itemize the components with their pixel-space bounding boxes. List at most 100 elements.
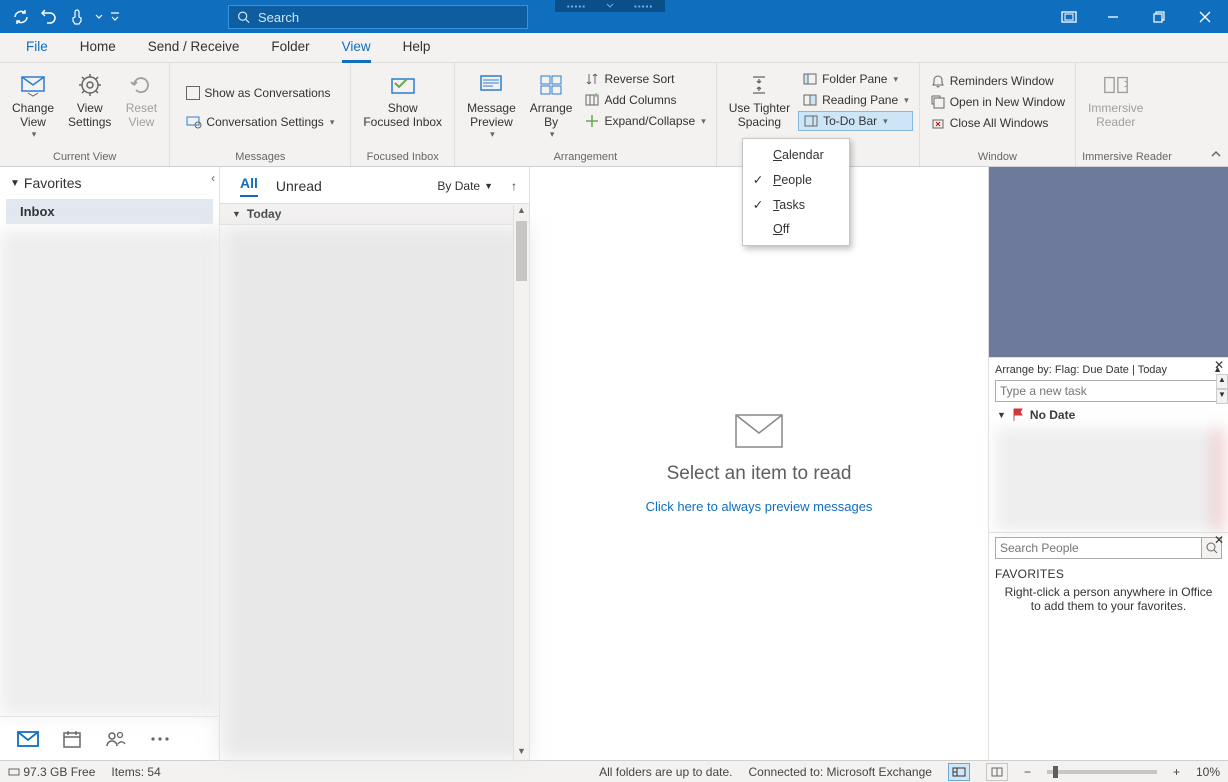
always-preview-link[interactable]: Click here to always preview messages [646,499,873,514]
nav-blurred-content [0,230,219,716]
view-normal-button[interactable] [948,763,970,781]
status-bar: 97.3 GB Free Items: 54 All folders are u… [0,760,1228,782]
envelope-icon [734,413,784,449]
group-label-current-view: Current View [6,149,163,166]
reading-pane: Select an item to read Click here to alw… [530,167,988,760]
mail-module-icon[interactable] [16,727,40,751]
undo-icon[interactable] [38,6,60,28]
focus-mode-button[interactable] [1048,0,1090,33]
title-bar: ▪▪▪▪▪▪▪▪▪▪ [0,0,1228,33]
close-all-windows-button[interactable]: Close All Windows [926,113,1069,133]
search-people-input[interactable] [996,538,1201,558]
arrange-by-button[interactable]: Arrange By▾ [524,67,579,144]
reminders-window-button[interactable]: Reminders Window [926,71,1069,91]
expand-collapse-button[interactable]: Expand/Collapse▾ [580,111,709,131]
reverse-sort-button[interactable]: Reverse Sort [580,69,709,89]
reading-empty-title: Select an item to read [667,463,852,485]
status-connected: Connected to: Microsoft Exchange [749,765,932,779]
dropdown-off[interactable]: Off [743,217,849,241]
view-reading-button[interactable] [986,763,1008,781]
tab-help[interactable]: Help [389,33,445,62]
dropdown-people[interactable]: ✓People [743,167,849,192]
sort-by-date[interactable]: By Date ▼ [437,179,493,193]
window-controls [1048,0,1228,33]
immersive-reader-button: Immersive Reader [1082,67,1149,133]
group-messages: Show as Conversations Conversation Setti… [170,63,351,166]
folder-pane: ‹ ▼Favorites Inbox [0,167,220,760]
new-task-input[interactable] [995,380,1222,402]
message-list-pane: All Unread By Date ▼ ↑ ▼Today ▲ ▼ [220,167,530,760]
tasks-arrange-label[interactable]: Arrange by: Flag: Due Date | Today ▲ [995,362,1222,378]
tab-file[interactable]: File [12,33,62,62]
collapse-ribbon-button[interactable] [1210,148,1222,162]
add-columns-button[interactable]: Add Columns [580,90,709,110]
zoom-in[interactable]: + [1173,765,1180,779]
favorites-header[interactable]: ▼Favorites [0,167,219,199]
people-favorites-header: FAVORITES [995,559,1222,585]
tasks-close-icon[interactable]: ✕ [1214,358,1224,372]
task-list-blurred [995,428,1222,532]
nav-inbox[interactable]: Inbox [6,199,213,224]
message-preview-button[interactable]: Message Preview▾ [461,67,522,144]
tab-home[interactable]: Home [66,33,130,62]
status-storage: 97.3 GB Free [8,765,95,779]
zoom-out[interactable]: − [1024,765,1031,779]
zoom-percent[interactable]: 10% [1196,765,1220,779]
dropdown-tasks[interactable]: ✓Tasks [743,192,849,217]
folder-pane-button[interactable]: Folder Pane▾ [798,69,913,89]
sort-direction[interactable]: ↑ [511,179,517,193]
view-settings-button[interactable]: View Settings [62,67,117,133]
message-scrollbar[interactable]: ▲ ▼ [513,205,529,760]
people-close-icon[interactable]: ✕ [1214,533,1224,547]
open-new-window-button[interactable]: Open in New Window [926,92,1069,112]
ribbon-tabs: File Home Send / Receive Folder View Hel… [0,33,1228,63]
zoom-slider[interactable] [1047,770,1157,774]
reading-pane-button[interactable]: Reading Pane▾ [798,90,913,110]
folder-pane-collapse[interactable]: ‹ [211,171,215,185]
reset-view-button: Reset View [119,67,163,133]
show-focused-inbox-button[interactable]: Show Focused Inbox [357,67,448,133]
tab-view[interactable]: View [328,33,385,62]
conversation-settings-button[interactable]: Conversation Settings▾ [182,112,338,132]
group-label-messages: Messages [176,149,344,166]
dropdown-calendar[interactable]: CCalendaralendar [743,143,849,167]
ribbon: Change View▾ View Settings Reset View Cu… [0,63,1228,167]
tasks-section: ✕ ▲▼ Arrange by: Flag: Due Date | Today … [989,357,1228,532]
group-today[interactable]: ▼Today [220,203,529,225]
status-folders: All folders are up to date. [599,765,732,779]
use-tighter-spacing-button[interactable]: Use Tighter Spacing [723,67,796,133]
tab-folder[interactable]: Folder [257,33,323,62]
flag-icon [1012,408,1024,422]
qat-dropdown-icon[interactable] [94,6,104,28]
touch-mouse-icon[interactable] [66,6,88,28]
filter-unread[interactable]: Unread [276,178,322,194]
people-module-icon[interactable] [104,727,128,751]
change-view-button[interactable]: Change View▾ [6,67,60,144]
group-focused-inbox: Show Focused Inbox Focused Inbox [351,63,455,166]
close-button[interactable] [1182,0,1228,33]
sync-icon[interactable] [10,6,32,28]
todo-bar-dropdown: CCalendaralendar ✓People ✓Tasks Off [742,138,850,246]
group-window: Reminders Window Open in New Window Clos… [920,63,1076,166]
calendar-preview[interactable] [989,167,1228,357]
tasks-scroll[interactable]: ▲▼ [1216,374,1228,404]
people-section: ✕ FAVORITES Right-click a person anywher… [989,532,1228,617]
todo-bar-pane: ✕ ▲▼ Arrange by: Flag: Due Date | Today … [988,167,1228,760]
more-modules-icon[interactable] [148,727,172,751]
search-people-box[interactable] [995,537,1222,559]
search-input[interactable] [258,10,519,25]
qat-customize-icon[interactable] [110,6,120,28]
coming-soon-strip[interactable]: ▪▪▪▪▪▪▪▪▪▪ [555,0,665,12]
group-current-view: Change View▾ View Settings Reset View Cu… [0,63,170,166]
tab-send-receive[interactable]: Send / Receive [134,33,254,62]
minimize-button[interactable] [1090,0,1136,33]
search-box[interactable] [228,5,528,29]
calendar-module-icon[interactable] [60,727,84,751]
filter-all[interactable]: All [240,175,258,197]
group-label-arrangement: Arrangement [461,149,710,166]
todo-bar-button[interactable]: To-Do Bar▾ [798,111,913,131]
show-conversations-checkbox[interactable]: Show as Conversations [182,84,334,102]
task-group-no-date[interactable]: ▼ No Date [995,402,1222,428]
nav-footer [0,716,219,760]
maximize-button[interactable] [1136,0,1182,33]
